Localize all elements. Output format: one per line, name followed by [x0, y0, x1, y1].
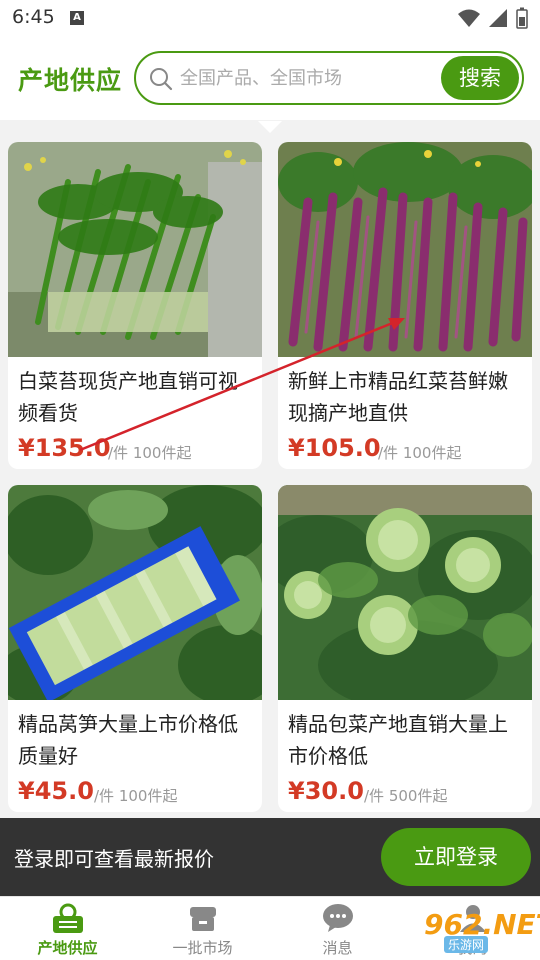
- search-input[interactable]: [180, 61, 430, 95]
- store-icon: [189, 907, 216, 931]
- watermark-subtitle: 乐游网: [444, 936, 489, 953]
- pull-indicator: [258, 121, 282, 133]
- signal-icon: [489, 9, 507, 27]
- product-card[interactable]: 白菜苔现货产地直销可视频看货 ¥135.0 /件 100件起: [8, 142, 262, 469]
- product-title[interactable]: 精品莴笋大量上市价格低质量好: [18, 708, 254, 772]
- nav-label: 一批市场: [172, 939, 233, 957]
- login-button[interactable]: 立即登录: [381, 828, 531, 886]
- search-bar[interactable]: 搜索: [134, 51, 524, 105]
- status-icons: [458, 7, 528, 29]
- product-card[interactable]: 精品包菜产地直销大量上市价格低 ¥30.0 /件 500件起: [278, 485, 532, 812]
- site-watermark: 962.NET 乐游网: [404, 906, 540, 958]
- product-image[interactable]: [8, 142, 262, 357]
- battery-icon: [516, 7, 528, 29]
- product-title[interactable]: 精品包菜产地直销大量上市价格低: [288, 708, 524, 772]
- product-title[interactable]: 新鲜上市精品红菜苔鲜嫩现摘产地直供: [288, 365, 524, 429]
- product-unit: /件 500件起: [364, 787, 448, 805]
- product-price: ¥105.0: [288, 434, 381, 462]
- status-time: 6:45: [12, 6, 55, 28]
- notification-icon: A: [70, 11, 84, 25]
- product-price: ¥45.0: [18, 777, 94, 805]
- product-image[interactable]: [8, 485, 262, 700]
- chat-icon: [322, 904, 353, 932]
- product-card[interactable]: 新鲜上市精品红菜苔鲜嫩现摘产地直供 ¥105.0 /件 100件起: [278, 142, 532, 469]
- nav-label: 产地供应: [37, 939, 98, 957]
- nav-item-market[interactable]: 一批市场: [135, 897, 270, 960]
- header: 产地供应 搜索: [0, 36, 540, 120]
- product-price: ¥135.0: [18, 434, 111, 462]
- login-prompt-bar: 登录即可查看最新报价 立即登录: [0, 818, 540, 896]
- product-unit: /件 100件起: [94, 787, 178, 805]
- nav-item-supply[interactable]: 产地供应: [0, 897, 135, 960]
- product-unit: /件 100件起: [108, 444, 192, 462]
- wifi-icon: [458, 9, 480, 27]
- status-bar: 6:45 A: [0, 0, 540, 36]
- login-prompt-text: 登录即可查看最新报价: [14, 847, 214, 871]
- product-price: ¥30.0: [288, 777, 364, 805]
- product-title[interactable]: 白菜苔现货产地直销可视频看货: [18, 365, 254, 429]
- search-icon: [150, 68, 173, 91]
- nav-label: 消息: [322, 939, 353, 957]
- product-card[interactable]: 精品莴笋大量上市价格低质量好 ¥45.0 /件 100件起: [8, 485, 262, 812]
- search-button[interactable]: 搜索: [441, 56, 519, 100]
- page-title: 产地供应: [18, 66, 123, 95]
- nav-item-messages[interactable]: 消息: [270, 897, 405, 960]
- basket-icon: [52, 903, 83, 933]
- product-image[interactable]: [278, 485, 532, 700]
- product-unit: /件 100件起: [378, 444, 462, 462]
- product-image[interactable]: [278, 142, 532, 357]
